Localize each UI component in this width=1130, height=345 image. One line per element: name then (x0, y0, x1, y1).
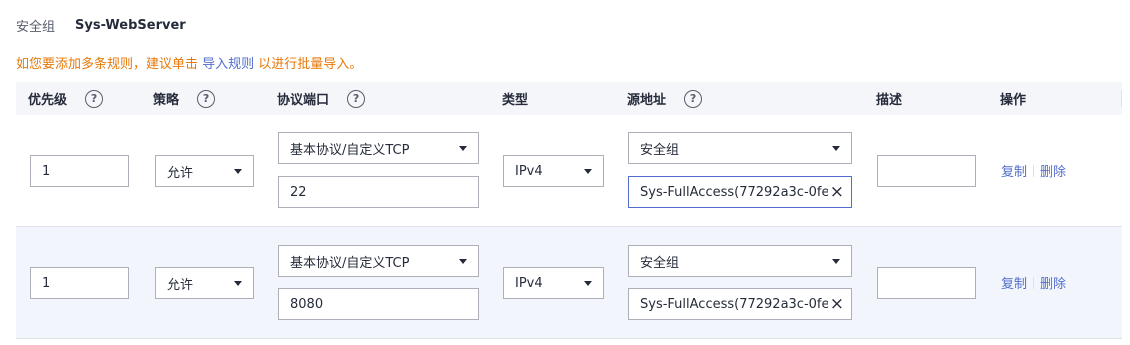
row-operations: 复制 删除 (1001, 273, 1066, 292)
chevron-down-icon (459, 259, 467, 264)
chevron-down-icon (234, 169, 242, 174)
col-type: 类型 (502, 82, 627, 115)
type-select[interactable]: IPv4 (503, 155, 604, 187)
col-priority: 优先级 ? (28, 82, 153, 115)
col-priority-label: 优先级 (28, 93, 68, 108)
port-input[interactable]: 8080 (278, 288, 479, 320)
policy-select[interactable]: 允许 (155, 267, 254, 299)
description-input[interactable] (877, 267, 976, 299)
help-icon[interactable]: ? (197, 89, 216, 108)
source-type-select[interactable]: 安全组 (628, 132, 852, 164)
priority-input[interactable]: 1 (30, 267, 129, 299)
source-type-value: 安全组 (640, 255, 680, 271)
copy-button[interactable]: 复制 (1001, 273, 1027, 292)
col-policy-label: 策略 (153, 93, 180, 108)
security-group-label: 安全组 (16, 19, 56, 35)
delete-button[interactable]: 删除 (1040, 161, 1066, 180)
priority-input[interactable]: 1 (30, 155, 129, 187)
col-description-label: 描述 (876, 93, 903, 108)
close-icon[interactable]: × (827, 295, 844, 313)
column-divider (1121, 90, 1122, 107)
help-icon[interactable]: ? (85, 89, 104, 108)
rules-table-header: 优先级 ? 策略 ? 协议端口 ? 类型 源地址 ? 描述 操作 (16, 82, 1122, 115)
col-type-label: 类型 (502, 93, 529, 108)
policy-select-value: 允许 (167, 165, 194, 181)
tip-suffix: 以进行批量导入。 (254, 57, 363, 72)
tip-prefix: 如您要添加多条规则，建议单击 (16, 57, 203, 72)
protocol-select[interactable]: 基本协议/自定义TCP (278, 245, 479, 277)
security-group-name: Sys-WebServer (75, 17, 186, 33)
col-operation-label: 操作 (1000, 93, 1027, 108)
col-description: 描述 (876, 82, 1000, 115)
divider (1033, 276, 1035, 289)
col-protocol-port: 协议端口 ? (277, 82, 502, 115)
chevron-down-icon (832, 146, 840, 151)
protocol-select[interactable]: 基本协议/自定义TCP (278, 132, 479, 164)
protocol-select-value: 基本协议/自定义TCP (290, 255, 410, 271)
table-row: 1 允许 基本协议/自定义TCP 8080 IPv4 安全组 Sys-FullA… (16, 227, 1122, 339)
row-operations: 复制 删除 (1001, 161, 1066, 180)
col-source-label: 源地址 (627, 93, 667, 108)
chevron-down-icon (584, 169, 592, 174)
source-group-select[interactable]: Sys-FullAccess(77292a3c-0fe2 × (628, 288, 852, 320)
close-icon[interactable]: × (827, 183, 844, 201)
help-icon[interactable]: ? (347, 89, 366, 108)
chevron-down-icon (459, 146, 467, 151)
policy-select-value: 允许 (167, 277, 194, 293)
type-select-value: IPv4 (515, 275, 543, 291)
source-type-select[interactable]: 安全组 (628, 245, 852, 277)
type-select-value: IPv4 (515, 163, 543, 179)
help-icon[interactable]: ? (684, 89, 703, 108)
table-row: 1 允许 基本协议/自定义TCP 22 IPv4 安全组 Sys-FullAcc… (16, 115, 1122, 227)
copy-button[interactable]: 复制 (1001, 161, 1027, 180)
source-group-select[interactable]: Sys-FullAccess(77292a3c-0fe2 × (628, 176, 852, 208)
col-policy: 策略 ? (153, 82, 277, 115)
source-type-value: 安全组 (640, 142, 680, 158)
col-source: 源地址 ? (627, 82, 876, 115)
description-input[interactable] (877, 155, 976, 187)
source-group-value: Sys-FullAccess(77292a3c-0fe2 (640, 184, 838, 200)
chevron-down-icon (584, 281, 592, 286)
batch-import-tip: 如您要添加多条规则，建议单击 导入规则 以进行批量导入。 (16, 53, 362, 72)
protocol-select-value: 基本协议/自定义TCP (290, 142, 410, 158)
chevron-down-icon (832, 259, 840, 264)
col-operation: 操作 (1000, 82, 1122, 115)
source-group-value: Sys-FullAccess(77292a3c-0fe2 (640, 296, 838, 312)
type-select[interactable]: IPv4 (503, 267, 604, 299)
port-input[interactable]: 22 (278, 176, 479, 208)
security-group-header: 安全组 Sys-WebServer (16, 16, 186, 35)
policy-select[interactable]: 允许 (155, 155, 254, 187)
delete-button[interactable]: 删除 (1040, 273, 1066, 292)
import-rules-link[interactable]: 导入规则 (202, 57, 254, 72)
col-protocol-port-label: 协议端口 (277, 93, 330, 108)
chevron-down-icon (234, 281, 242, 286)
divider (1033, 164, 1035, 177)
